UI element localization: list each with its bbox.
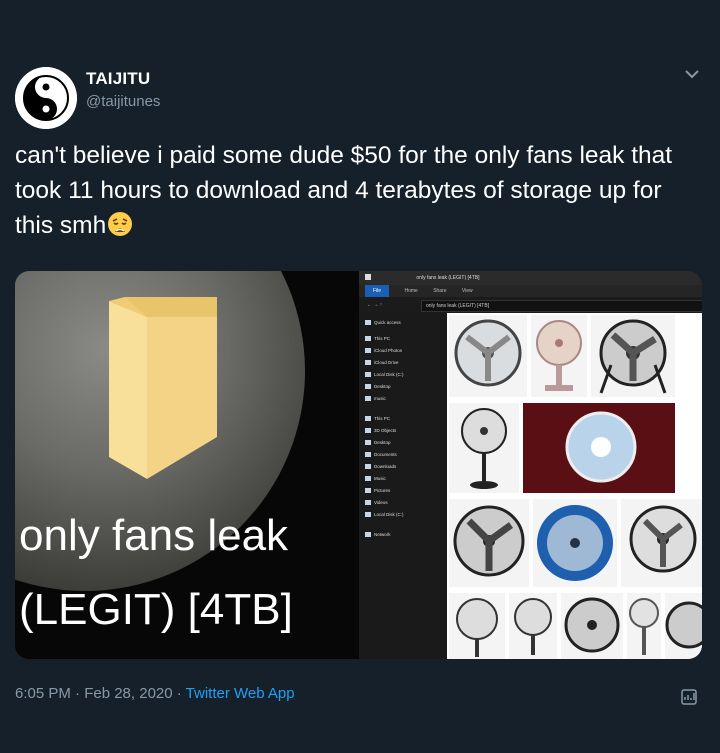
fan-icon bbox=[629, 505, 697, 573]
ribbon-tab-share: Share bbox=[433, 288, 447, 294]
analytics-icon[interactable] bbox=[680, 688, 698, 706]
nav-item: music bbox=[365, 395, 386, 403]
nav-item: Downloads bbox=[365, 463, 396, 471]
explorer-title: only fans leak (LEGIT) [4TB] bbox=[416, 275, 480, 281]
tweet-card[interactable]: TAIJITU @taijitunes can't believe i paid… bbox=[0, 0, 720, 753]
nav-item: Music bbox=[365, 475, 386, 483]
fan-thumbnail bbox=[679, 403, 702, 493]
timestamp-text[interactable]: 6:05 PM · Feb 28, 2020 · bbox=[15, 685, 186, 702]
fan-thumbnail bbox=[449, 593, 505, 659]
weary-face-emoji-icon bbox=[108, 212, 133, 236]
fan-icon bbox=[536, 320, 582, 391]
explorer-nav-pane: Quick access This PC iCloud Photos iClou… bbox=[359, 313, 447, 659]
fan-thumbnail bbox=[449, 499, 529, 587]
tweet-text: can't believe i paid some dude $50 for t… bbox=[15, 138, 705, 243]
fan-thumbnail bbox=[533, 499, 617, 587]
address-path: only fans leak (LEGIT) [4TB] bbox=[421, 300, 702, 312]
fan-thumbnail bbox=[679, 315, 702, 397]
fan-icon bbox=[599, 319, 667, 394]
nav-item: Videos bbox=[365, 499, 388, 507]
nav-item: Desktop bbox=[365, 383, 391, 391]
nav-item: Quick access bbox=[365, 319, 401, 327]
fan-icon bbox=[665, 601, 702, 649]
chevron-down-icon[interactable] bbox=[683, 68, 701, 80]
fan-icon bbox=[629, 598, 659, 655]
explorer-address-bar: ← → ↑ only fans leak (LEGIT) [4TB] bbox=[359, 297, 702, 313]
fan-thumbnail bbox=[665, 593, 702, 659]
window-icon bbox=[365, 274, 371, 280]
author-handle[interactable]: @taijitunes bbox=[86, 93, 160, 110]
fan-icon bbox=[456, 598, 498, 657]
ribbon-tab-home: Home bbox=[404, 288, 418, 294]
explorer-ribbon: File Home Share View bbox=[359, 285, 702, 297]
fan-icon bbox=[514, 598, 552, 655]
nav-item: Pictures bbox=[365, 487, 390, 495]
tweet-timestamp: 6:05 PM · Feb 28, 2020 · Twitter Web App bbox=[15, 685, 295, 702]
file-explorer-window: only fans leak (LEGIT) [4TB] File Home S… bbox=[359, 271, 702, 659]
fan-icon bbox=[461, 408, 507, 489]
fan-thumbnail bbox=[591, 315, 675, 397]
meme-left-panel: only fans leak (LEGIT) [4TB] bbox=[15, 271, 359, 659]
fan-icon bbox=[565, 411, 637, 483]
nav-item: iCloud Drive bbox=[365, 359, 399, 367]
fan-thumbnail bbox=[627, 593, 661, 659]
explorer-titlebar: only fans leak (LEGIT) [4TB] bbox=[359, 271, 702, 285]
fan-thumbnail bbox=[531, 315, 587, 397]
nav-item: iCloud Photos bbox=[365, 347, 402, 355]
nav-item: Local Disk (C:) bbox=[365, 371, 404, 379]
nav-item: Desktop bbox=[365, 439, 391, 447]
fan-thumbnail bbox=[449, 403, 519, 493]
nav-item: 3D Objects bbox=[365, 427, 396, 435]
thumbnail-grid bbox=[447, 313, 702, 659]
fan-thumbnail bbox=[509, 593, 557, 659]
ribbon-tab-file: File bbox=[365, 285, 390, 297]
nav-item: Network bbox=[365, 531, 391, 539]
meme-caption-line1: only fans leak bbox=[19, 511, 289, 560]
fan-thumbnail bbox=[621, 499, 702, 587]
fan-thumbnail bbox=[561, 593, 623, 659]
meme-caption-line2: (LEGIT) [4TB] bbox=[19, 585, 293, 634]
fan-icon bbox=[564, 597, 620, 653]
attached-image[interactable]: only fans leak (LEGIT) [4TB] only fans l… bbox=[15, 271, 702, 659]
fan-thumbnail bbox=[449, 315, 527, 397]
yin-yang-icon bbox=[15, 67, 77, 129]
folder-icon bbox=[109, 297, 217, 479]
ribbon-tab-view: View bbox=[461, 288, 473, 294]
nav-item: Documents bbox=[365, 451, 397, 459]
nav-item: Local Disk (C:) bbox=[365, 511, 404, 519]
nav-item: This PC bbox=[365, 415, 390, 423]
author-name[interactable]: TAIJITU bbox=[86, 69, 150, 89]
fan-icon bbox=[537, 505, 613, 581]
fan-icon bbox=[454, 319, 522, 387]
nav-arrows-icon: ← → ↑ bbox=[367, 302, 383, 308]
fan-thumbnail bbox=[523, 403, 675, 493]
source-app-link[interactable]: Twitter Web App bbox=[186, 685, 295, 702]
fan-icon bbox=[453, 505, 525, 577]
avatar[interactable] bbox=[15, 67, 77, 129]
nav-item: This PC bbox=[365, 335, 390, 343]
